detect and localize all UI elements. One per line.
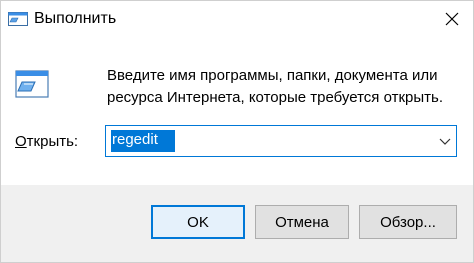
run-app-icon: [15, 69, 49, 99]
ok-button[interactable]: OK: [151, 205, 245, 239]
run-dialog-icon: [8, 11, 28, 27]
open-label-text: ткрыть:: [26, 133, 79, 150]
content-panel: Введите имя программы, папки, документа …: [1, 37, 473, 185]
open-combobox[interactable]: regedit: [105, 125, 457, 157]
browse-button[interactable]: Обзор...: [359, 205, 457, 239]
close-button[interactable]: [437, 5, 467, 33]
open-label-accesskey: О: [15, 133, 27, 150]
close-icon: [445, 12, 459, 26]
selection-highlight: [111, 130, 175, 152]
cancel-button[interactable]: Отмена: [255, 205, 349, 239]
run-dialog: Выполнить Введите имя программы, папки, …: [0, 0, 474, 263]
instruction-text: Введите имя программы, папки, документа …: [107, 67, 443, 106]
window-title: Выполнить: [34, 10, 117, 27]
title-bar[interactable]: Выполнить: [1, 1, 473, 37]
chevron-down-icon[interactable]: [438, 134, 452, 148]
open-label: Открыть:: [15, 133, 78, 150]
